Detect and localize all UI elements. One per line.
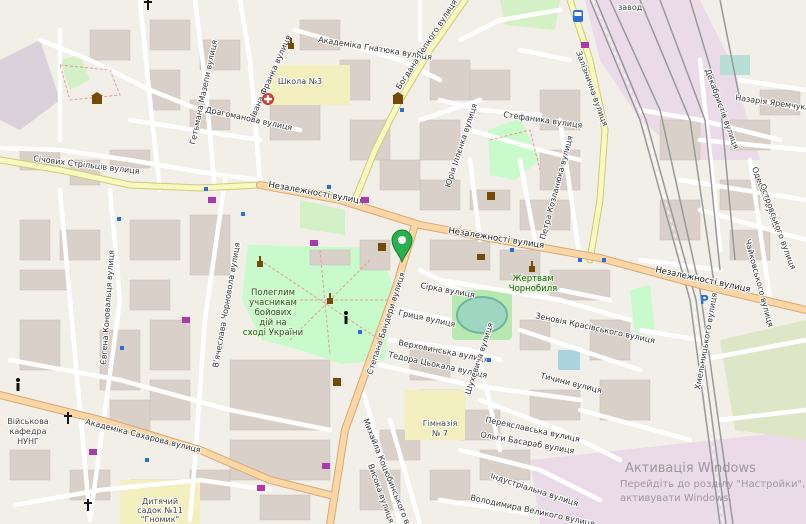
shop-icon[interactable] [182,317,190,323]
shop-icon[interactable] [581,42,589,48]
memorial-line: бойових [255,308,292,318]
hospital-icon[interactable] [262,93,274,105]
memorial-line: сході України [243,328,303,338]
court-icon[interactable] [477,254,485,260]
victims-label: ЖертвамЧорнобиля [508,273,559,295]
zavod-label: завод [618,3,643,12]
parking-icon[interactable]: P [700,293,709,307]
map-canvas[interactable]: Незалежності вулиця Незалежності вулиця … [0,0,806,524]
theatre-icon[interactable] [378,243,386,251]
kafedra-line: кафедра [9,427,46,436]
shop-icon[interactable] [208,197,216,203]
sadok-label: Дитячийсадок №11"Гномик" [136,496,184,524]
theatre-icon[interactable] [333,378,341,386]
stadium-track [456,296,508,334]
kafedra-line: Військова [7,417,48,426]
windows-watermark-line1: Перейдіть до розділу "Настройки", щоб [620,478,806,490]
shop-icon[interactable] [257,485,265,491]
gimnaziya-line: № 7 [432,429,448,438]
memorial-line: Полеглим [251,288,295,298]
sadok-line: "Гномик" [141,515,179,524]
shop-icon[interactable] [310,240,318,246]
victims-line: Чорнобиля [509,284,558,294]
windows-watermark-title: Активація Windows [625,461,756,476]
shop-icon[interactable] [322,463,330,469]
gimnaziya-line: Гімназія [423,419,458,428]
sadok-line: Дитячий [142,497,178,506]
shop-icon[interactable] [361,197,369,203]
info-icon[interactable] [344,311,348,324]
sadok-line: садок №11 [137,506,183,515]
windows-watermark-line2: активувати Windows. [620,493,732,504]
bus-stop-icon[interactable] [573,10,583,22]
kafedra-line: НУНГ [17,437,39,446]
school3-label: Школа №3 [278,77,322,86]
theatre-icon[interactable] [487,192,495,200]
victims-line: Жертвам [512,274,553,284]
pool [558,350,580,370]
map-svg[interactable]: Незалежності вулиця Незалежності вулиця … [0,0,806,524]
shop-icon[interactable] [89,449,97,455]
memorial-line: дій на [259,318,286,328]
memorial-line: учасникам [249,298,297,308]
info-icon[interactable] [16,378,20,391]
